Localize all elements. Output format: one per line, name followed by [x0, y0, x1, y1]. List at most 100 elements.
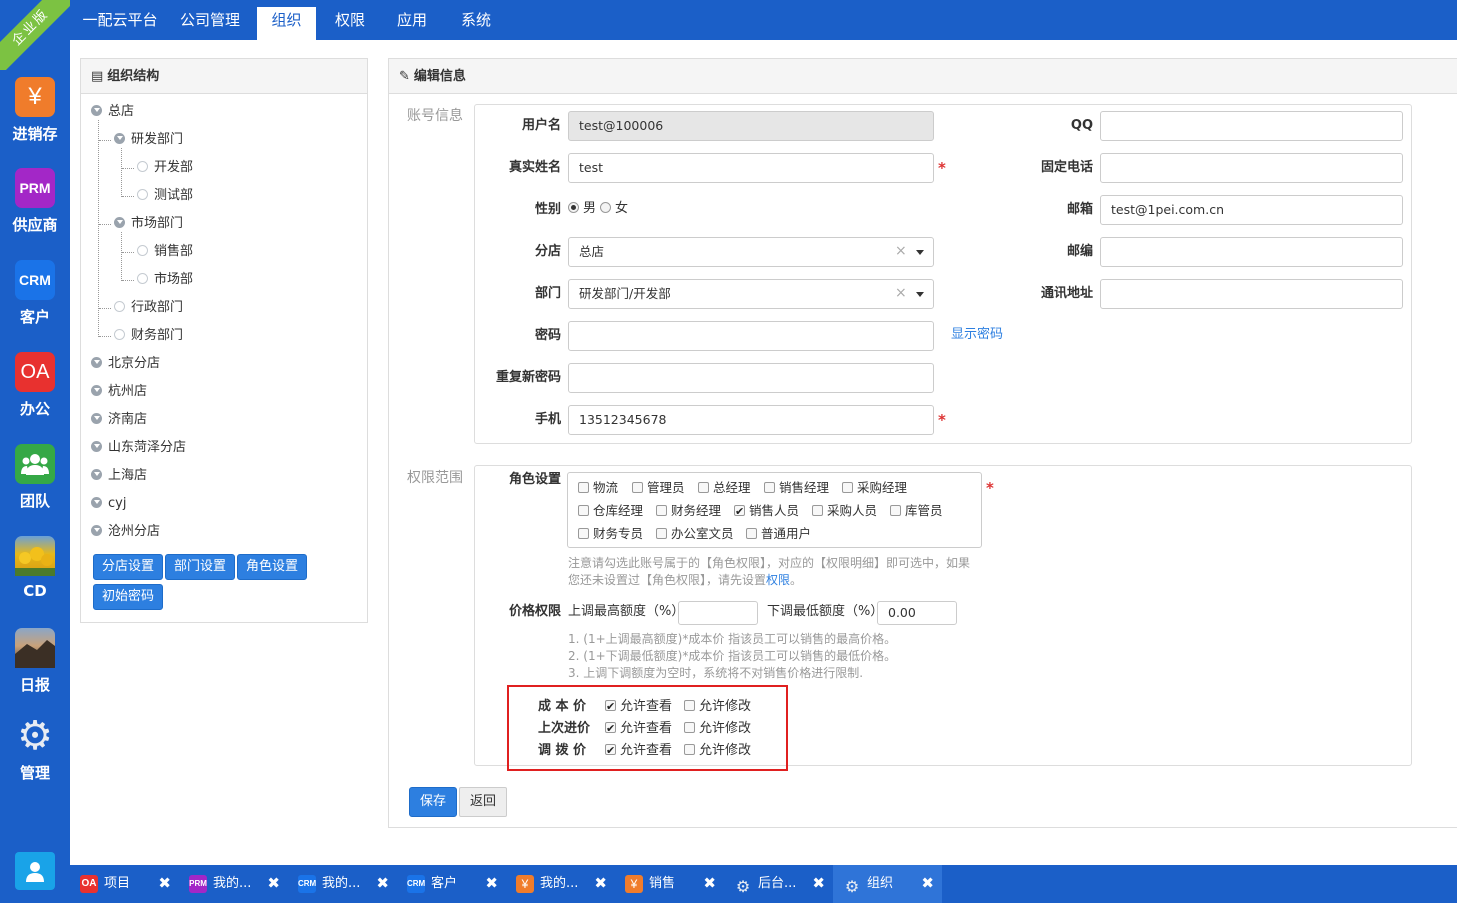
checkbox[interactable] — [812, 505, 823, 516]
back-button[interactable]: 返回 — [459, 787, 508, 817]
role-settings-button[interactable]: 角色设置 — [237, 554, 308, 580]
init-password-button[interactable]: 初始密码 — [93, 584, 164, 610]
username-field[interactable]: test@100006 — [568, 111, 934, 141]
repeat-password-field[interactable] — [568, 363, 934, 393]
clear-icon[interactable]: × — [895, 285, 907, 301]
collapse-icon[interactable] — [91, 105, 102, 116]
task-item[interactable]: CRM 客户 ✖ — [397, 865, 506, 903]
dept-settings-button[interactable]: 部门设置 — [165, 554, 236, 580]
tree-node[interactable]: 销售部 — [137, 242, 193, 262]
tree-node[interactable]: 杭州店 — [91, 382, 147, 402]
close-icon[interactable]: ✖ — [594, 874, 607, 892]
close-icon[interactable]: ✖ — [158, 874, 171, 892]
app-office[interactable]: OA 办公 — [0, 352, 70, 419]
last-purchase-edit[interactable]: 允许修改 — [684, 719, 751, 739]
role-checkbox[interactable]: 销售经理 — [764, 478, 829, 498]
mobile-field[interactable]: 13512345678 — [568, 405, 934, 435]
dept-select[interactable]: 研发部门/开发部 — [568, 279, 934, 309]
password-field[interactable] — [568, 321, 934, 351]
transfer-price-view[interactable]: 允许查看 — [605, 741, 672, 761]
collapse-icon[interactable] — [91, 469, 102, 480]
tree-node[interactable]: 总店 — [91, 102, 134, 122]
close-icon[interactable]: ✖ — [921, 874, 934, 892]
price-down-field[interactable]: 0.00 — [877, 601, 957, 625]
checkbox[interactable] — [684, 700, 695, 711]
price-up-field[interactable] — [678, 601, 758, 625]
checkbox[interactable] — [578, 505, 589, 516]
checkbox[interactable] — [746, 528, 757, 539]
tab-apps[interactable]: 应用 — [390, 7, 434, 40]
task-item[interactable]: ¥ 销售 ✖ — [615, 865, 724, 903]
qq-field[interactable] — [1100, 111, 1403, 141]
tab-company[interactable]: 公司管理 — [174, 7, 246, 40]
collapse-icon[interactable] — [91, 525, 102, 536]
branch-select[interactable]: 总店 — [568, 237, 934, 267]
task-item[interactable]: ⚙ 后台... ✖ — [724, 865, 833, 903]
role-checkbox[interactable]: 财务专员 — [578, 524, 643, 544]
app-team[interactable]: 团队 — [0, 444, 70, 511]
role-checkbox[interactable]: 库管员 — [890, 501, 943, 521]
checkbox[interactable] — [656, 505, 667, 516]
gender-male-option[interactable]: 男 — [568, 199, 596, 219]
collapse-icon[interactable] — [91, 413, 102, 424]
checkbox[interactable] — [764, 482, 775, 493]
collapse-icon[interactable] — [114, 217, 125, 228]
checkbox[interactable] — [842, 482, 853, 493]
tree-node[interactable]: 上海店 — [91, 466, 147, 486]
role-checkbox[interactable]: 采购经理 — [842, 478, 907, 498]
tab-organization[interactable]: 组织 — [257, 7, 316, 40]
role-checkbox[interactable]: 普通用户 — [746, 524, 811, 544]
checkbox[interactable] — [890, 505, 901, 516]
show-password-link[interactable]: 显示密码 — [951, 325, 1003, 345]
phone-field[interactable] — [1100, 153, 1403, 183]
close-icon[interactable]: ✖ — [485, 874, 498, 892]
cost-price-view[interactable]: 允许查看 — [605, 697, 672, 717]
collapse-icon[interactable] — [91, 441, 102, 452]
last-purchase-view[interactable]: 允许查看 — [605, 719, 672, 739]
app-supplier[interactable]: PRM 供应商 — [0, 168, 70, 235]
checkbox[interactable] — [605, 741, 616, 761]
checkbox[interactable] — [605, 697, 616, 717]
role-checkbox[interactable]: 采购人员 — [812, 501, 877, 521]
app-admin[interactable]: ⚙ 管理 — [0, 714, 70, 783]
checkbox[interactable] — [684, 744, 695, 755]
close-icon[interactable]: ✖ — [703, 874, 716, 892]
save-button[interactable]: 保存 — [409, 787, 458, 817]
tab-system[interactable]: 系统 — [454, 7, 498, 40]
task-item[interactable]: ¥ 我的... ✖ — [506, 865, 615, 903]
tree-node[interactable]: 行政部门 — [114, 298, 183, 318]
app-daily[interactable]: 日报 — [0, 628, 70, 695]
cost-price-edit[interactable]: 允许修改 — [684, 697, 751, 717]
branch-settings-button[interactable]: 分店设置 — [93, 554, 164, 580]
role-checkbox[interactable]: 总经理 — [698, 478, 751, 498]
close-icon[interactable]: ✖ — [267, 874, 280, 892]
collapse-icon[interactable] — [91, 357, 102, 368]
tab-permission[interactable]: 权限 — [328, 7, 372, 40]
role-checkbox[interactable]: 办公室文员 — [656, 524, 734, 544]
brand-title[interactable]: 一配云平台 — [80, 7, 160, 40]
transfer-price-edit[interactable]: 允许修改 — [684, 741, 751, 761]
gender-female-option[interactable]: 女 — [600, 199, 628, 219]
checkbox[interactable] — [578, 528, 589, 539]
tree-node[interactable]: 山东菏泽分店 — [91, 438, 186, 458]
tree-node[interactable]: 北京分店 — [91, 354, 160, 374]
app-inventory[interactable]: ¥ 进销存 — [0, 77, 70, 144]
close-icon[interactable]: ✖ — [812, 874, 825, 892]
radio-male[interactable] — [568, 202, 579, 213]
collapse-icon[interactable] — [91, 497, 102, 508]
user-icon[interactable] — [15, 852, 55, 890]
collapse-icon[interactable] — [91, 385, 102, 396]
app-cd[interactable]: CD — [0, 536, 70, 600]
task-item-active[interactable]: ⚙ 组织 ✖ — [833, 865, 942, 903]
tree-node[interactable]: 测试部 — [137, 186, 193, 206]
realname-field[interactable]: test — [568, 153, 934, 183]
role-checkbox[interactable]: 管理员 — [632, 478, 685, 498]
collapse-icon[interactable] — [114, 133, 125, 144]
task-item[interactable]: OA 项目 ✖ — [70, 865, 179, 903]
role-checkbox[interactable]: 销售人员 — [734, 501, 799, 522]
tree-node[interactable]: 济南店 — [91, 410, 147, 430]
tree-node[interactable]: 财务部门 — [114, 326, 183, 346]
tree-node[interactable]: 市场部门 — [114, 214, 183, 234]
tree-node[interactable]: 市场部 — [137, 270, 193, 290]
checkbox[interactable] — [684, 722, 695, 733]
